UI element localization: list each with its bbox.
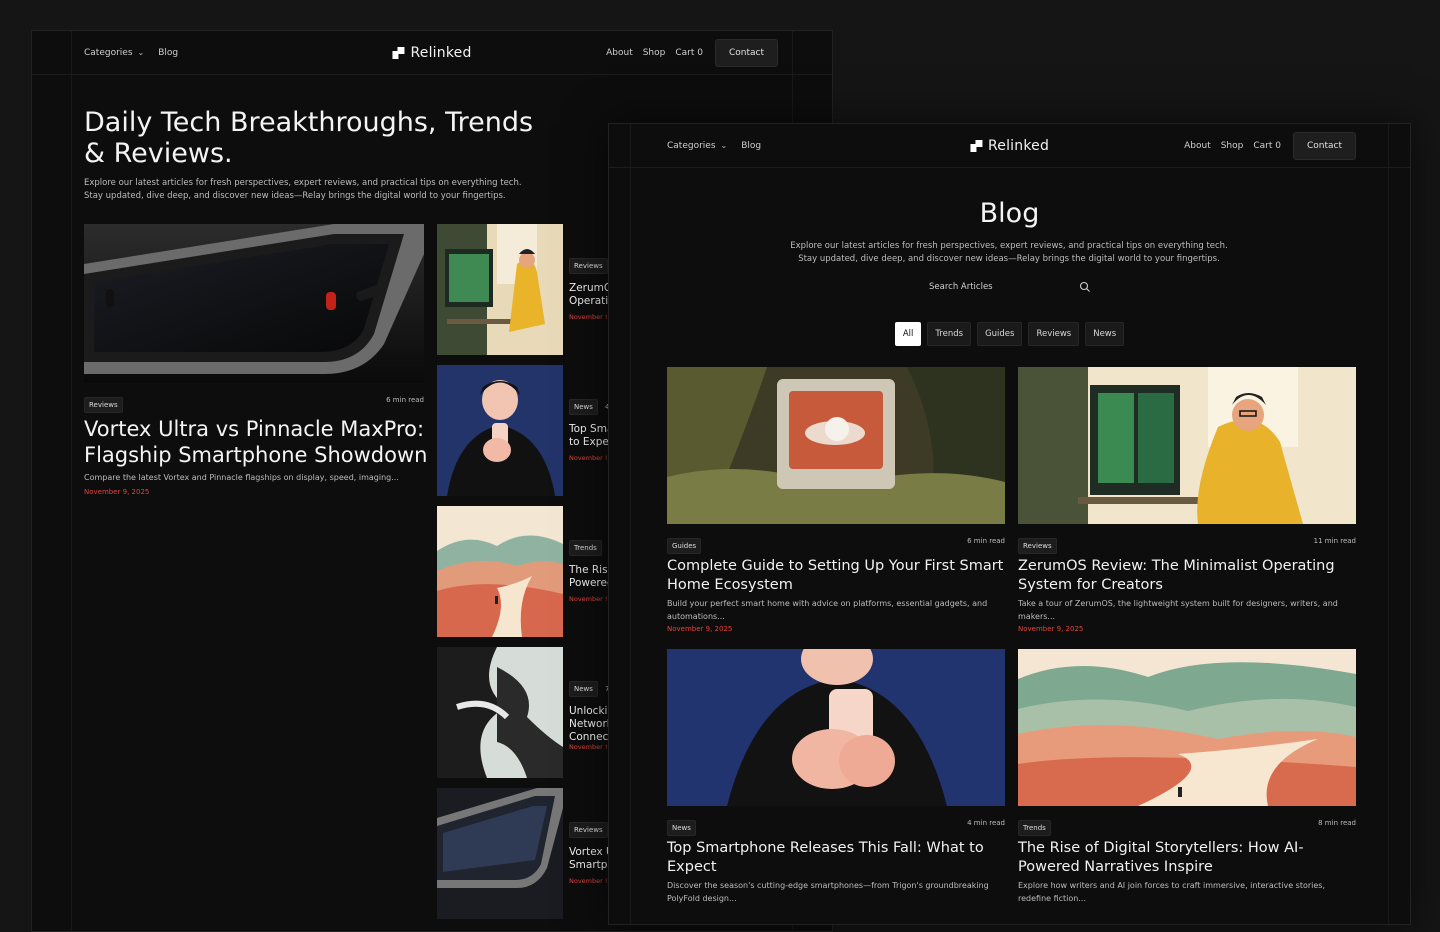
filter-reviews[interactable]: Reviews [1028,322,1080,346]
article-image [1018,649,1356,806]
read-time: 6 min read [967,537,1005,545]
search-input[interactable] [921,277,1087,297]
guide-line [1388,124,1389,924]
featured-meta: Reviews 6 min read [84,392,424,413]
read-time: 8 min read [1318,819,1356,827]
chevron-down-icon: ⌄ [720,141,728,150]
article-thumbnail [437,224,563,355]
category-badge[interactable]: Reviews [84,397,123,413]
chevron-down-icon: ⌄ [137,48,145,57]
logo-icon [969,139,982,152]
article-excerpt: Take a tour of ZerumOS, the lightweight … [1018,599,1338,621]
brand-logo[interactable]: Relinked [969,124,1050,167]
article-date: November 9, 2025 [1018,625,1084,633]
nav-shop-link[interactable]: Shop [1221,141,1244,151]
article-meta: Guides 6 min read [667,533,1005,554]
article-card[interactable]: News 4 min read Top Smartphone Releases … [667,649,1005,919]
nav-blog-link[interactable]: Blog [158,48,178,58]
categories-label: Categories [84,47,133,58]
article-thumbnail [437,506,563,637]
page-title: Blog [979,198,1040,229]
contact-button[interactable]: Contact [714,38,778,67]
guide-line [71,31,72,931]
nav-about-link[interactable]: About [606,48,633,58]
article-excerpt: Explore how writers and AI join forces t… [1018,881,1326,903]
nav-about-link[interactable]: About [1184,141,1211,151]
article-image [667,649,1005,806]
categories-dropdown[interactable]: Categories ⌄ [667,141,727,151]
article-image [667,367,1005,524]
nav-cart-link[interactable]: Cart 0 [675,48,703,58]
featured-article-excerpt: Compare the latest Vortex and Pinnacle f… [84,473,399,482]
article-excerpt: Build your perfect smart home with advic… [667,599,988,621]
filter-all[interactable]: All [894,322,922,346]
nav-cart-link[interactable]: Cart 0 [1253,141,1281,151]
article-date: November ! [569,595,608,603]
article-title[interactable]: The Rise of Digital Storytellers: How AI… [1018,839,1356,876]
nav-blog-link[interactable]: Blog [741,141,761,151]
read-time: 4 min read [967,819,1005,827]
read-time: 6 min read [386,396,424,404]
article-thumbnail [437,365,563,496]
brand-name: Relinked [987,137,1050,154]
article-excerpt: Discover the season's cutting-edge smart… [667,881,989,903]
category-badge[interactable]: News [569,681,598,697]
article-date: November ! [569,454,608,462]
article-date: November ! [569,743,608,751]
filter-news[interactable]: News [1085,322,1125,346]
category-badge[interactable]: News [667,820,696,836]
nav-shop-link[interactable]: Shop [643,48,666,58]
article-title[interactable]: Top Smartphone Releases This Fall: What … [667,839,1005,876]
filter-guides[interactable]: Guides [977,322,1023,346]
page-title: Daily Tech Breakthroughs, Trends & Revie… [84,107,534,169]
brand-name: Relinked [410,44,472,61]
contact-button[interactable]: Contact [1292,131,1356,160]
category-badge[interactable]: News [569,399,598,415]
article-date: November ! [569,313,608,321]
category-badge[interactable]: Reviews [569,822,608,838]
article-image [1018,367,1356,524]
featured-article-title[interactable]: Vortex Ultra vs Pinnacle MaxPro: Flagshi… [84,416,429,468]
filter-trends[interactable]: Trends [927,322,972,346]
featured-article-date: November 9, 2025 [84,488,150,496]
brand-logo[interactable]: Relinked [392,31,471,74]
article-card[interactable]: Trends 8 min read The Rise of Digital St… [1018,649,1356,919]
article-date: November ! [569,877,608,885]
article-thumbnail [437,788,563,919]
read-time: 11 min read [1313,537,1356,545]
guide-line [630,124,631,924]
article-title[interactable]: Complete Guide to Setting Up Your First … [667,557,1005,594]
top-nav: Categories ⌄ Blog Relinked About Shop Ca… [609,124,1410,168]
page-description: Explore our latest articles for fresh pe… [84,178,522,201]
featured-article-image[interactable] [84,224,424,383]
article-title[interactable]: ZerumOS Review: The Minimalist Operating… [1018,557,1356,594]
page-description: Explore our latest articles for fresh pe… [790,241,1228,264]
article-card[interactable]: Guides 6 min read Complete Guide to Sett… [667,367,1005,637]
article-card[interactable]: Reviews 11 min read ZerumOS Review: The … [1018,367,1356,637]
search-icon[interactable] [1079,281,1091,293]
category-badge[interactable]: Reviews [569,258,608,274]
logo-icon [392,46,405,59]
blog-page-window: Categories ⌄ Blog Relinked About Shop Ca… [608,123,1411,925]
article-meta: Trends 8 min read [1018,815,1356,836]
category-filters: All Trends Guides Reviews News [609,322,1410,346]
category-badge[interactable]: Trends [569,540,602,556]
category-badge[interactable]: Guides [667,538,702,554]
article-meta: News 4 min read [667,815,1005,836]
categories-dropdown[interactable]: Categories ⌄ [84,48,144,58]
search-bar [921,277,1097,297]
top-nav: Categories ⌄ Blog Relinked About Shop Ca… [32,31,832,75]
category-badge[interactable]: Reviews [1018,538,1057,554]
article-meta: Reviews 11 min read [1018,533,1356,554]
categories-label: Categories [667,140,716,151]
category-badge[interactable]: Trends [1018,820,1051,836]
article-thumbnail [437,647,563,778]
article-date: November 9, 2025 [667,625,733,633]
